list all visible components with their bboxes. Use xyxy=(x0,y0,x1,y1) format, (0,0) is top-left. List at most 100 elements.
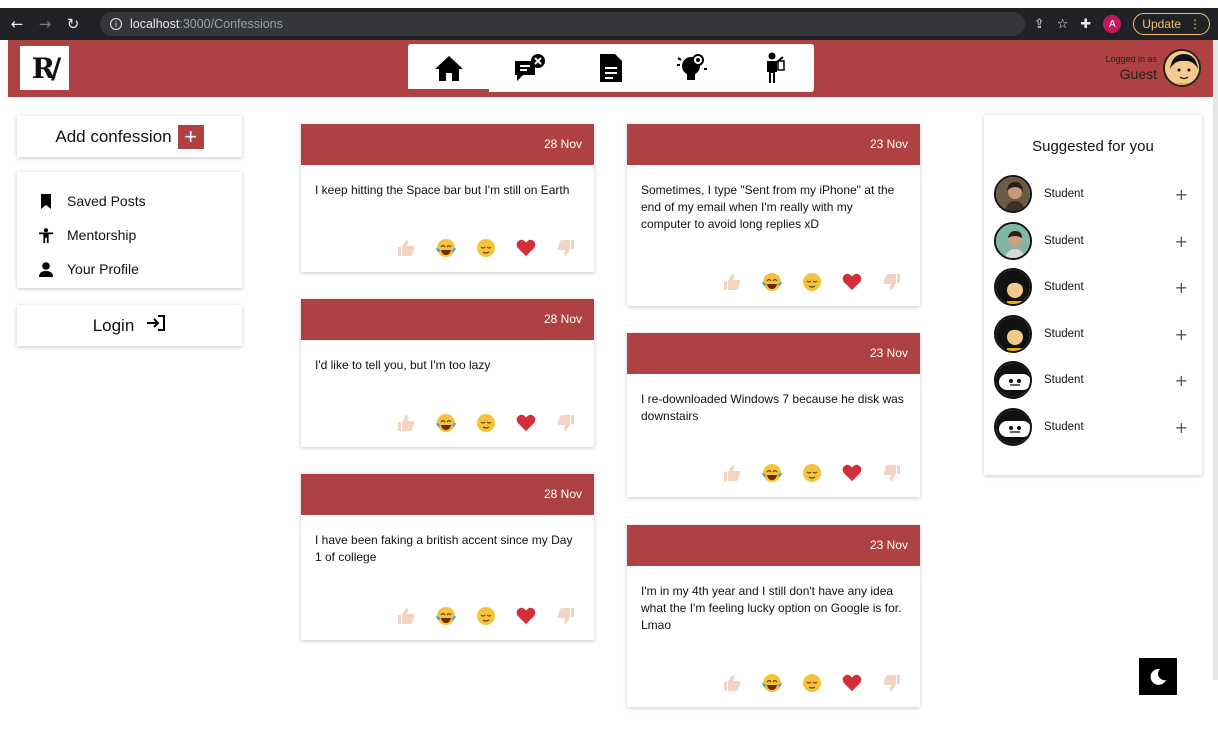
suggestion-row: Student + xyxy=(994,407,1194,447)
dark-mode-toggle[interactable] xyxy=(1139,658,1177,695)
user-avatar[interactable] xyxy=(1163,49,1201,87)
avatar[interactable] xyxy=(994,222,1032,260)
thumbs-up-icon[interactable] xyxy=(722,673,742,693)
thumbs-down-icon[interactable] xyxy=(556,413,576,433)
thumbs-down-icon[interactable] xyxy=(882,673,902,693)
nav-home[interactable] xyxy=(408,44,489,92)
update-button[interactable]: Update ⋮ xyxy=(1133,13,1210,35)
heart-icon[interactable] xyxy=(842,463,862,483)
post-text: I'd like to tell you, but I'm too lazy xyxy=(315,358,491,372)
logged-in-label: Logged in as xyxy=(1105,54,1157,64)
follow-plus-icon[interactable]: + xyxy=(1175,185,1188,204)
moon-icon xyxy=(1150,668,1166,685)
laughing-icon[interactable] xyxy=(436,413,456,433)
thumbs-up-icon[interactable] xyxy=(396,606,416,626)
login-info: Logged in as Guest xyxy=(1105,46,1201,90)
back-icon[interactable]: ← xyxy=(6,15,28,33)
follow-plus-icon[interactable]: + xyxy=(1175,232,1188,251)
confession-card: 28 Nov I'd like to tell you, but I'm too… xyxy=(301,299,594,447)
avatar[interactable] xyxy=(994,315,1032,353)
address-bar[interactable]: i localhost:3000/Confessions xyxy=(100,12,1025,36)
laughing-icon[interactable] xyxy=(436,238,456,258)
relieved-icon[interactable] xyxy=(802,673,822,693)
scrollbar[interactable] xyxy=(1213,40,1218,680)
follow-plus-icon[interactable]: + xyxy=(1175,325,1188,344)
post-date: 23 Nov xyxy=(627,525,920,566)
thumbs-up-icon[interactable] xyxy=(722,463,742,483)
post-text: I re-downloaded Windows 7 because he dis… xyxy=(641,392,904,423)
heart-icon[interactable] xyxy=(516,413,536,433)
post-date: 28 Nov xyxy=(301,299,594,340)
person-raised-icon xyxy=(39,227,53,244)
url-path: :3000/Confessions xyxy=(179,17,283,31)
browser-profile-avatar[interactable]: A xyxy=(1103,15,1122,33)
add-confession-label: Add confession xyxy=(55,126,172,146)
laughing-icon[interactable] xyxy=(436,606,456,626)
heart-icon[interactable] xyxy=(842,673,862,693)
relieved-icon[interactable] xyxy=(802,272,822,292)
extensions-icon[interactable]: ✚ xyxy=(1080,17,1091,32)
thumbs-down-icon[interactable] xyxy=(556,238,576,258)
nav-mentorship[interactable] xyxy=(732,44,813,92)
heart-icon[interactable] xyxy=(516,606,536,626)
post-text: Sometimes, I type "Sent from my iPhone" … xyxy=(641,183,895,231)
reload-icon[interactable]: ↻ xyxy=(62,15,84,33)
suggestion-name: Student xyxy=(1044,374,1084,386)
laughing-icon[interactable] xyxy=(762,463,782,483)
login-button[interactable]: Login xyxy=(17,305,242,346)
confession-card: 23 Nov Sometimes, I type "Sent from my i… xyxy=(627,124,920,306)
post-text: I'm in my 4th year and I still don't hav… xyxy=(641,584,902,632)
sidebar-item-mentorship[interactable]: Mentorship xyxy=(39,218,242,252)
follow-plus-icon[interactable]: + xyxy=(1175,278,1188,297)
suggestion-row: Student + xyxy=(994,314,1194,354)
thumbs-down-icon[interactable] xyxy=(556,606,576,626)
nav-confessions[interactable] xyxy=(489,44,570,92)
follow-plus-icon[interactable]: + xyxy=(1175,418,1188,437)
nav-ideas[interactable] xyxy=(651,44,732,92)
chat-close-icon xyxy=(514,54,545,81)
bookmark-icon xyxy=(39,193,53,209)
nav-documents[interactable] xyxy=(570,44,651,92)
login-label: Login xyxy=(92,315,135,335)
heart-icon[interactable] xyxy=(516,238,536,258)
relieved-icon[interactable] xyxy=(476,238,496,258)
info-icon[interactable]: i xyxy=(110,18,122,30)
thumbs-down-icon[interactable] xyxy=(882,272,902,292)
confession-card: 28 Nov I have been faking a british acce… xyxy=(301,474,594,640)
url-host: localhost xyxy=(130,17,180,31)
laughing-icon[interactable] xyxy=(762,673,782,693)
lightbulb-gear-icon xyxy=(676,54,707,80)
reaction-bar xyxy=(722,272,902,292)
suggestion-row: Student + xyxy=(994,267,1194,307)
thumbs-up-icon[interactable] xyxy=(722,272,742,292)
forward-icon[interactable]: → xyxy=(34,15,56,33)
laughing-icon[interactable] xyxy=(762,272,782,292)
sidebar-item-label: Your Profile xyxy=(67,261,139,277)
reaction-bar xyxy=(396,606,576,626)
thumbs-up-icon[interactable] xyxy=(396,238,416,258)
sidebar-item-saved-posts[interactable]: Saved Posts xyxy=(39,184,242,218)
post-date: 28 Nov xyxy=(301,124,594,165)
thumbs-down-icon[interactable] xyxy=(882,463,902,483)
thumbs-up-icon[interactable] xyxy=(396,413,416,433)
avatar[interactable] xyxy=(994,408,1032,446)
follow-plus-icon[interactable]: + xyxy=(1175,371,1188,390)
post-text: I have been faking a british accent sinc… xyxy=(315,533,573,564)
avatar[interactable] xyxy=(994,361,1032,399)
logo[interactable]: R/ xyxy=(20,46,69,90)
sidebar-item-your-profile[interactable]: Your Profile xyxy=(39,252,242,286)
add-confession-button[interactable]: Add confession + xyxy=(17,116,242,157)
home-icon xyxy=(434,56,463,81)
relieved-icon[interactable] xyxy=(802,463,822,483)
share-icon[interactable]: ⇪ xyxy=(1034,17,1045,32)
heart-icon[interactable] xyxy=(842,272,862,292)
sidebar-menu: Saved Posts Mentorship Your Profile xyxy=(17,172,242,288)
star-icon[interactable]: ☆ xyxy=(1057,17,1069,32)
relieved-icon[interactable] xyxy=(476,413,496,433)
avatar[interactable] xyxy=(994,268,1032,306)
sidebar-item-label: Saved Posts xyxy=(67,193,146,209)
user-icon xyxy=(39,261,53,277)
confession-card: 23 Nov I re-downloaded Windows 7 because… xyxy=(627,333,920,497)
relieved-icon[interactable] xyxy=(476,606,496,626)
avatar[interactable] xyxy=(994,175,1032,213)
